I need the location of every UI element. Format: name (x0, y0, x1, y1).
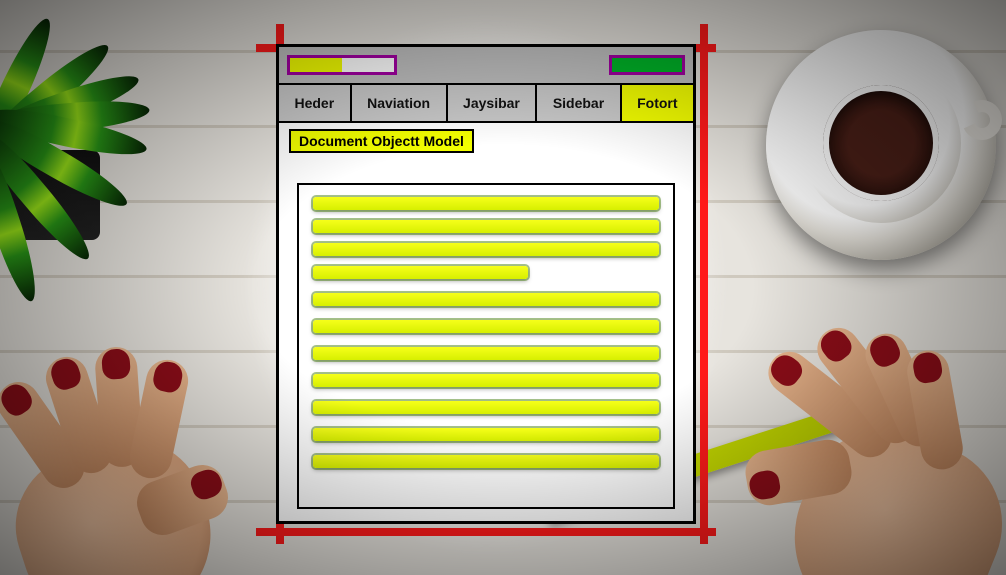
tab-heder[interactable]: Heder (279, 85, 352, 121)
left-hand-decor (0, 335, 280, 575)
highlighted-text-line (313, 320, 659, 333)
highlighted-text-line (313, 266, 528, 279)
highlighted-text-line (313, 374, 659, 387)
tab-naviation[interactable]: Naviation (352, 85, 448, 121)
highlighted-text-line (313, 197, 659, 210)
tab-label: Jaysibar (463, 95, 520, 111)
highlighted-text-line (313, 455, 659, 468)
content-area (297, 183, 675, 509)
tab-jaysibar[interactable]: Jaysibar (448, 85, 538, 121)
tab-label: Sidebar (553, 95, 604, 111)
highlighted-text-line (313, 243, 659, 256)
titlebar-action-button[interactable] (609, 55, 685, 75)
coffee-cup-decor (766, 30, 996, 260)
page-title: Document Objectt Model (289, 129, 474, 153)
browser-window: Heder Naviation Jaysibar Sidebar Fotort … (276, 44, 696, 524)
tab-label: Fotort (637, 95, 677, 111)
highlighted-text-line (313, 293, 659, 306)
tab-label: Naviation (367, 95, 430, 111)
dom-diagram: Heder Naviation Jaysibar Sidebar Fotort … (276, 44, 696, 524)
tab-label: Heder (294, 95, 334, 111)
address-bar-placeholder[interactable] (287, 55, 397, 75)
highlighted-text-line (313, 401, 659, 414)
plant-decor (0, 0, 170, 290)
tab-sidebar[interactable]: Sidebar (537, 85, 621, 121)
highlighted-text-line (313, 428, 659, 441)
titlebar (279, 47, 693, 85)
highlighted-text-line (313, 220, 659, 233)
right-hand-decor (696, 315, 1006, 575)
highlighted-text-line (313, 347, 659, 360)
tab-fotort[interactable]: Fotort (622, 85, 693, 121)
section-tabs: Heder Naviation Jaysibar Sidebar Fotort (279, 85, 693, 123)
paragraph-block (313, 197, 659, 279)
